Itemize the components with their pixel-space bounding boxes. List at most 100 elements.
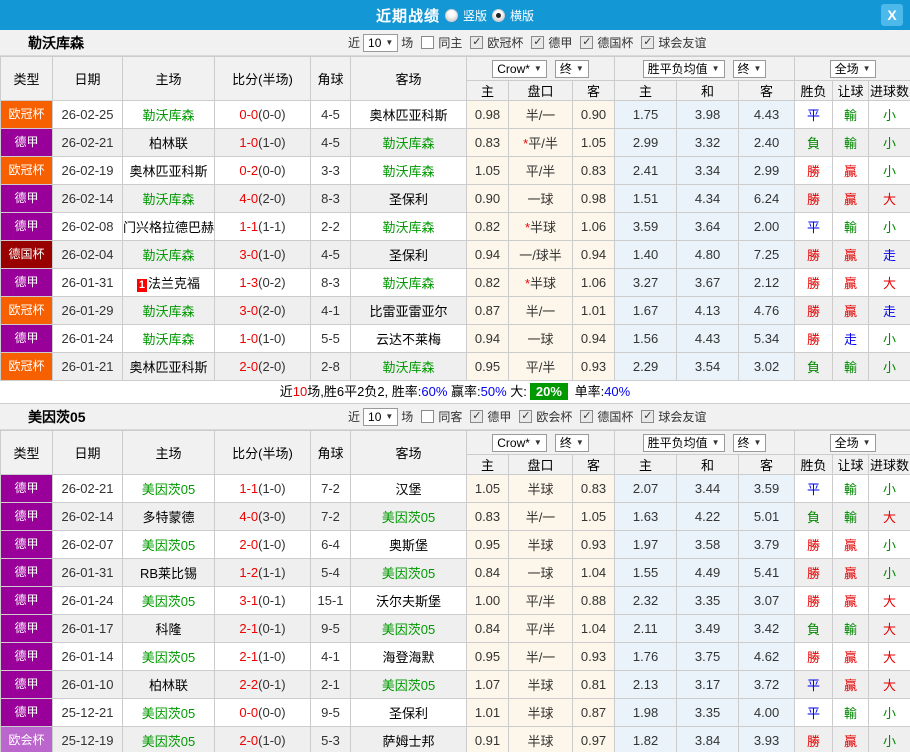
odds-away-value: 1.05 [573, 129, 615, 157]
league-checkbox[interactable]: ✓ [580, 410, 593, 423]
handicap-cell: *平/半 [509, 129, 573, 157]
away-team: 勒沃库森 [382, 276, 434, 291]
league-checkbox[interactable]: ✓ [470, 36, 483, 49]
avg-away-value: 3.59 [739, 475, 795, 503]
league-checkbox[interactable]: ✓ [641, 410, 654, 423]
league-badge: 德甲 [1, 325, 52, 352]
match-count-select[interactable]: 10▼ [363, 408, 398, 426]
halftime-score: (1-0) [258, 733, 285, 748]
same-venue-checkbox[interactable] [421, 410, 434, 423]
away-team: 圣保利 [389, 706, 428, 721]
odds-away-value: 0.88 [573, 587, 615, 615]
match-count-select[interactable]: 10▼ [363, 34, 398, 52]
result-goals: 小 [869, 213, 910, 241]
avg-odds-select[interactable]: 胜平负均值▼ [643, 434, 725, 452]
halftime-score: (0-0) [258, 107, 285, 122]
fulltime-score: 1-0 [239, 135, 258, 150]
league-badge: 德甲 [1, 671, 52, 698]
result-wdl: 平 [795, 213, 833, 241]
horizontal-layout-radio[interactable] [492, 9, 505, 22]
avg-home-value: 2.32 [615, 587, 677, 615]
result-wdl: 勝 [795, 185, 833, 213]
vertical-layout-radio[interactable] [445, 9, 458, 22]
league-checkbox[interactable]: ✓ [531, 36, 544, 49]
avg-odds-select[interactable]: 胜平负均值▼ [643, 60, 725, 78]
home-team: 奥林匹亚科斯 [129, 164, 207, 179]
score-cell: 3-1(0-1) [215, 587, 311, 615]
subcol-handicap-result: 让球 [833, 455, 869, 475]
result-wdl: 勝 [795, 587, 833, 615]
avg-final-select[interactable]: 终▼ [733, 60, 767, 78]
avg-final-select[interactable]: 终▼ [733, 434, 767, 452]
handicap-cell: 半/一 [509, 643, 573, 671]
avg-away-value: 4.62 [739, 643, 795, 671]
dropdown-arrow-icon: ▼ [534, 438, 542, 447]
odds-source-select[interactable]: Crow*▼ [492, 60, 547, 78]
match-date: 26-01-29 [53, 297, 123, 325]
odds-away-value: 0.98 [573, 185, 615, 213]
halftime-score: (0-1) [258, 593, 285, 608]
result-wdl: 平 [795, 101, 833, 129]
handicap-cell: 平/半 [509, 353, 573, 381]
away-team-cell: 勒沃库森 [351, 129, 467, 157]
check-icon: ✓ [521, 411, 530, 422]
odds-away-value: 0.93 [573, 643, 615, 671]
dialog-title: 近期战绩 [376, 5, 440, 26]
table-row: 德甲 26-02-14 多特蒙德 4-0(3-0) 7-2 美因茨05 0.83… [1, 503, 910, 531]
score-cell: 1-2(1-1) [215, 559, 311, 587]
fulltime-score: 2-1 [239, 649, 258, 664]
league-badge: 德甲 [1, 213, 52, 240]
league-badge: 德甲 [1, 531, 52, 558]
league-checkbox[interactable]: ✓ [580, 36, 593, 49]
subcol-odds-away: 客 [573, 455, 615, 475]
odds-final-select[interactable]: 终▼ [555, 60, 589, 78]
vertical-layout-label[interactable]: 竖版 [463, 7, 487, 24]
fulltime-score: 2-2 [239, 677, 258, 692]
league-label: 欧会杯 [536, 408, 572, 425]
titlebar: 近期战绩 竖版 横版 X [0, 0, 910, 30]
league-checkbox[interactable]: ✓ [470, 410, 483, 423]
close-button[interactable]: X [881, 4, 903, 26]
result-goals: 小 [869, 531, 910, 559]
score-cell: 3-0(1-0) [215, 241, 311, 269]
dropdown-arrow-icon: ▼ [576, 64, 584, 73]
score-cell: 4-0(2-0) [215, 185, 311, 213]
avg-group-header: 胜平负均值▼ 终▼ [615, 57, 795, 81]
odds-away-value: 0.83 [573, 475, 615, 503]
scope-select[interactable]: 全场▼ [830, 60, 876, 78]
league-type-cell: 德甲 [1, 559, 53, 587]
league-badge: 欧冠杯 [1, 157, 52, 184]
same-venue-checkbox[interactable] [421, 36, 434, 49]
odds-away-value: 0.93 [573, 531, 615, 559]
result-goals: 小 [869, 325, 910, 353]
result-handicap: 贏 [833, 587, 869, 615]
odds-away-value: 1.06 [573, 269, 615, 297]
odds-away-value: 0.83 [573, 157, 615, 185]
result-goals: 大 [869, 185, 910, 213]
away-team: 美因茨05 [382, 678, 435, 693]
odds-final-select[interactable]: 终▼ [555, 434, 589, 452]
subcol-odds-home: 主 [467, 455, 509, 475]
corners-value: 3-3 [311, 157, 351, 185]
league-type-cell: 德甲 [1, 269, 53, 297]
away-team-cell: 汉堡 [351, 475, 467, 503]
team-name: 勒沃库森 [28, 33, 84, 53]
odds-home-value: 0.95 [467, 531, 509, 559]
col-type: 类型 [1, 431, 53, 475]
avg-home-value: 1.67 [615, 297, 677, 325]
avg-home-value: 1.75 [615, 101, 677, 129]
league-type-cell: 德甲 [1, 615, 53, 643]
away-team-cell: 美因茨05 [351, 503, 467, 531]
league-checkbox[interactable]: ✓ [641, 36, 654, 49]
league-checkbox[interactable]: ✓ [519, 410, 532, 423]
handicap-cell: 半球 [509, 475, 573, 503]
scope-select[interactable]: 全场▼ [830, 434, 876, 452]
odds-source-select[interactable]: Crow*▼ [492, 434, 547, 452]
score-cell: 2-2(0-1) [215, 671, 311, 699]
horizontal-layout-label[interactable]: 横版 [510, 7, 534, 24]
match-date: 26-02-21 [53, 129, 123, 157]
corners-value: 2-8 [311, 353, 351, 381]
avg-draw-value: 3.34 [677, 157, 739, 185]
halftime-score: (1-0) [258, 481, 285, 496]
avg-away-value: 3.72 [739, 671, 795, 699]
